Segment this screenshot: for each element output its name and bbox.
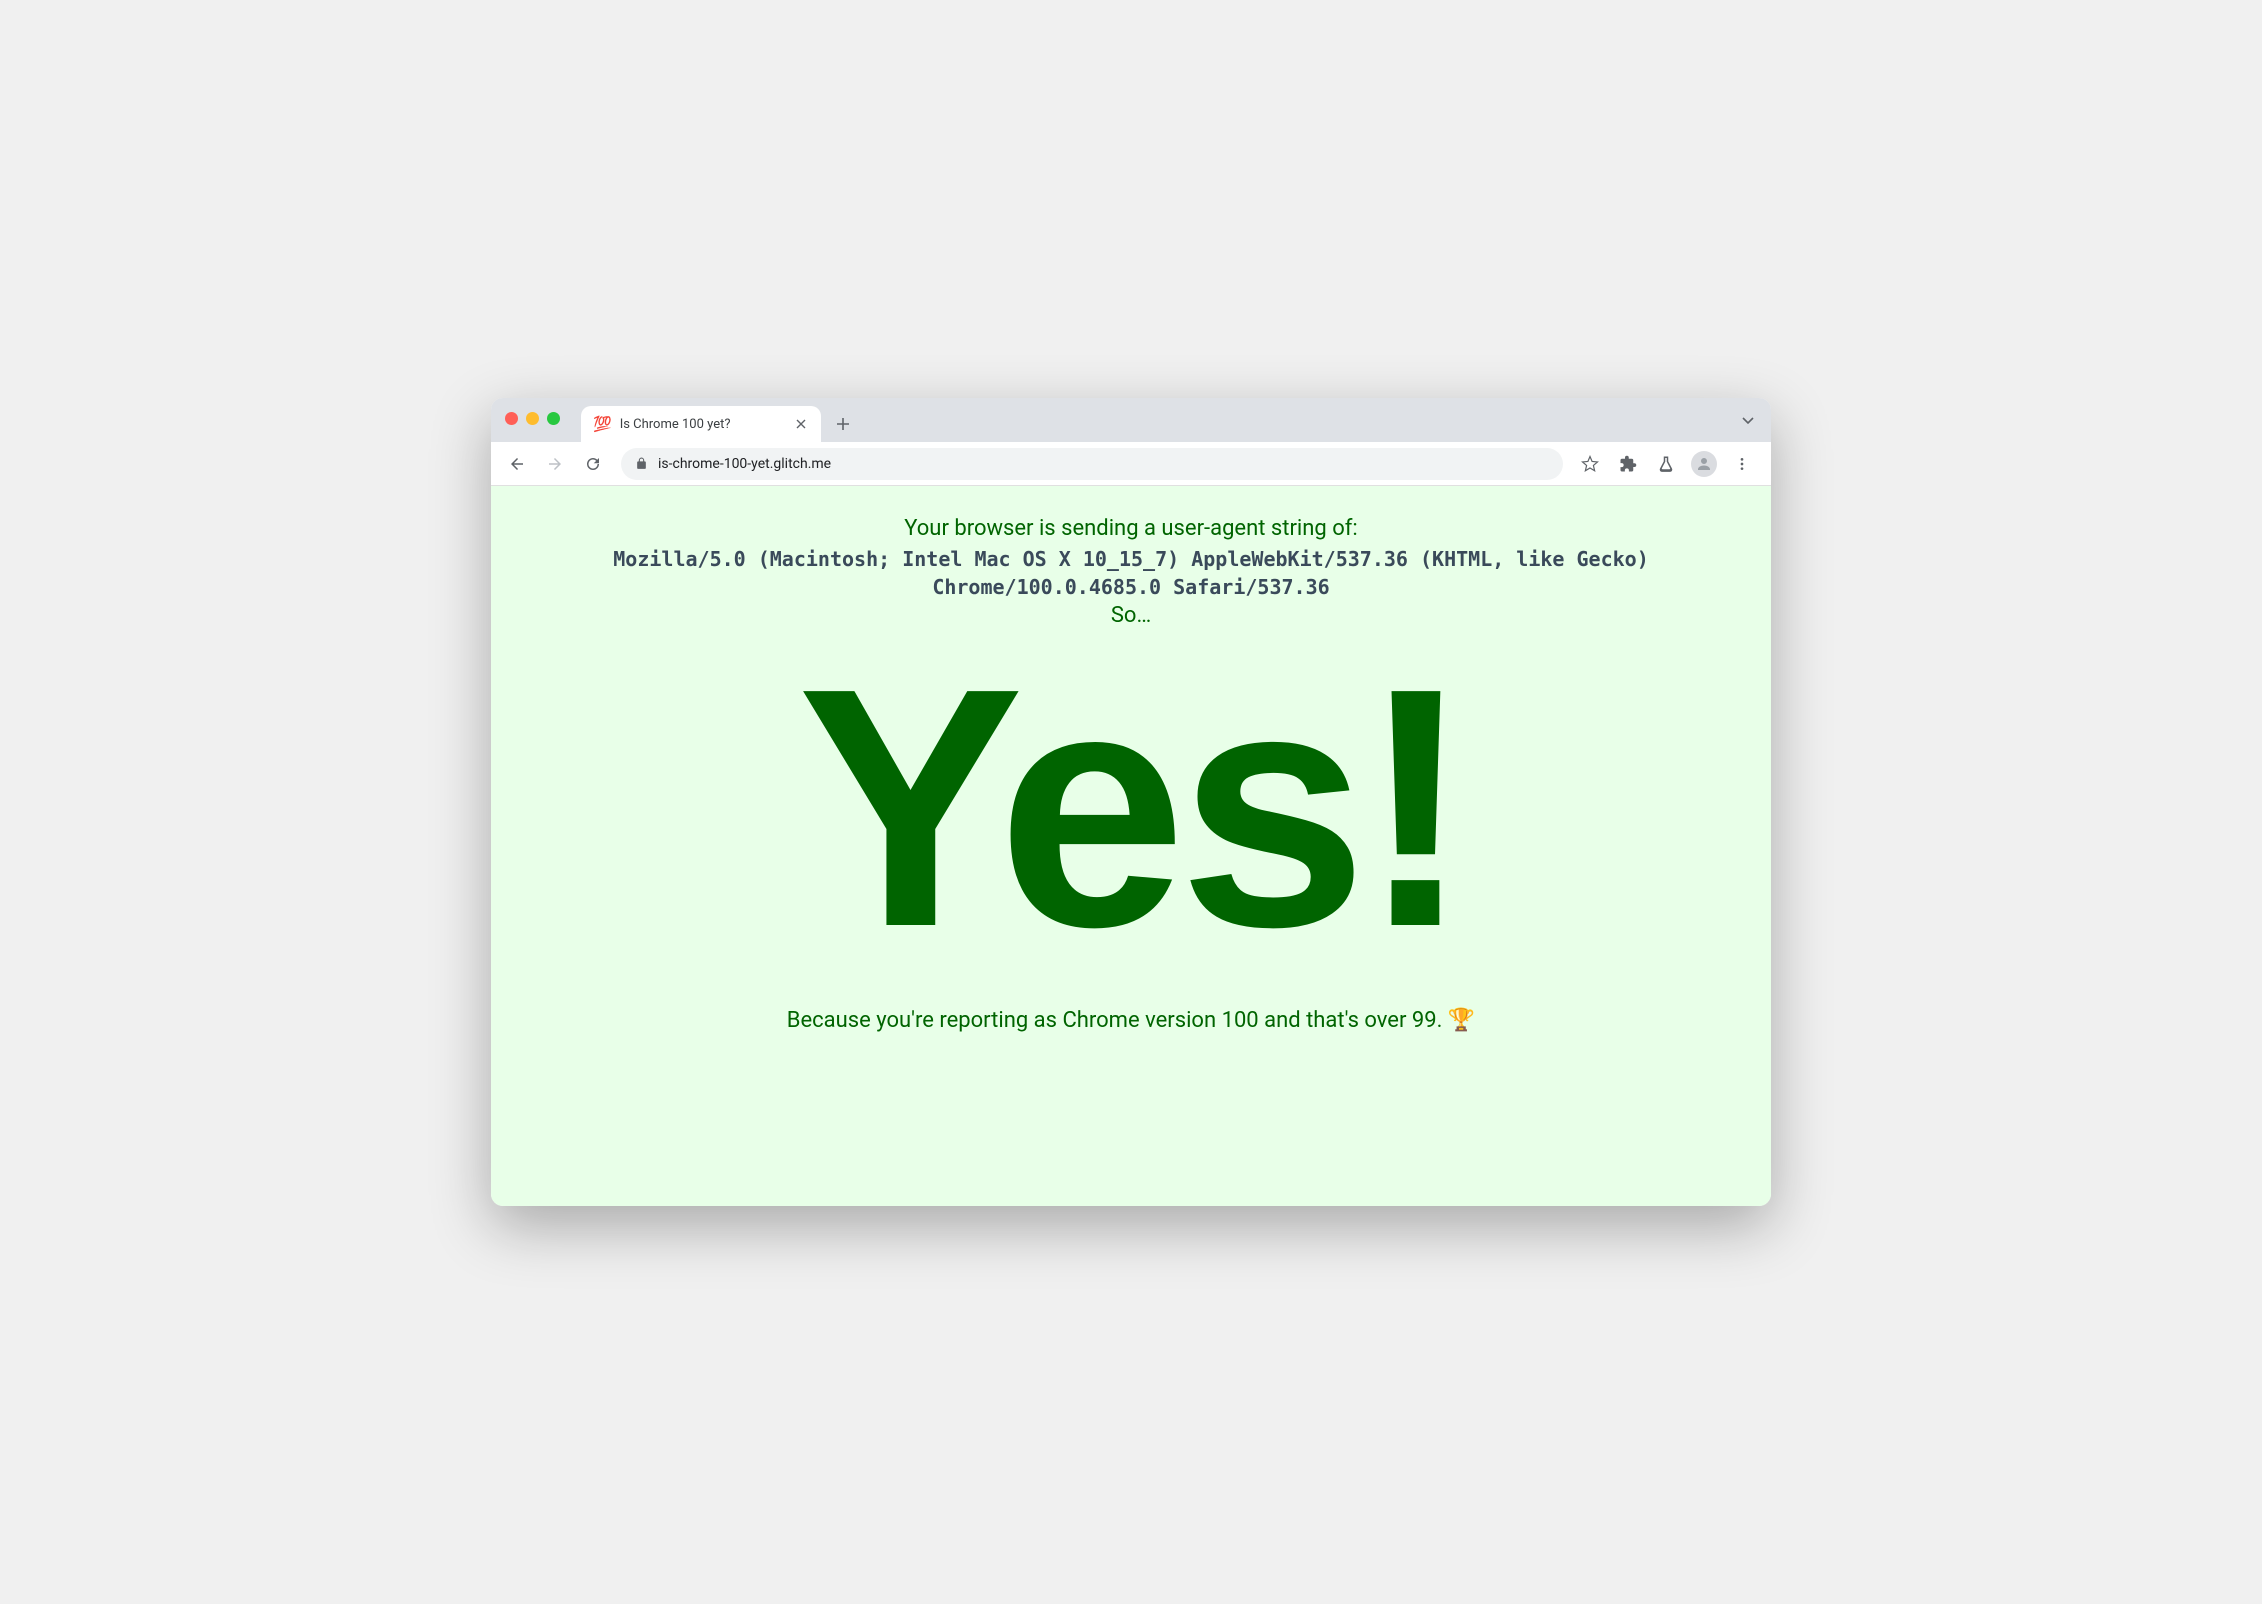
reload-button[interactable] <box>577 448 609 480</box>
bookmark-star-icon[interactable] <box>1575 449 1605 479</box>
back-button[interactable] <box>501 448 533 480</box>
browser-window: 💯 Is Chrome 100 yet? <box>491 398 1771 1206</box>
yes-heading: Yes! <box>511 638 1751 978</box>
intro-text: Your browser is sending a user-agent str… <box>511 516 1751 541</box>
user-agent-string: Mozilla/5.0 (Macintosh; Intel Mac OS X 1… <box>511 545 1751 601</box>
profile-avatar[interactable] <box>1689 449 1719 479</box>
tab-search-button[interactable] <box>1741 412 1755 431</box>
because-text: Because you're reporting as Chrome versi… <box>511 1008 1751 1033</box>
tab-title: Is Chrome 100 yet? <box>620 417 785 432</box>
menu-button[interactable] <box>1727 449 1757 479</box>
extensions-puzzle-icon[interactable] <box>1613 449 1643 479</box>
page-content: Your browser is sending a user-agent str… <box>491 486 1771 1206</box>
toolbar-actions <box>1575 449 1761 479</box>
labs-flask-icon[interactable] <box>1651 449 1681 479</box>
address-bar[interactable]: is-chrome-100-yet.glitch.me <box>621 448 1563 480</box>
close-window-button[interactable] <box>505 412 518 425</box>
toolbar: is-chrome-100-yet.glitch.me <box>491 442 1771 486</box>
hundred-icon: 💯 <box>593 417 612 432</box>
close-tab-button[interactable] <box>793 416 809 432</box>
browser-tab[interactable]: 💯 Is Chrome 100 yet? <box>581 406 821 442</box>
tab-strip: 💯 Is Chrome 100 yet? <box>581 398 857 442</box>
new-tab-button[interactable] <box>829 410 857 438</box>
minimize-window-button[interactable] <box>526 412 539 425</box>
forward-button[interactable] <box>539 448 571 480</box>
maximize-window-button[interactable] <box>547 412 560 425</box>
window-controls <box>505 412 560 425</box>
titlebar: 💯 Is Chrome 100 yet? <box>491 398 1771 442</box>
url-text: is-chrome-100-yet.glitch.me <box>658 456 831 472</box>
lock-icon <box>635 457 648 470</box>
